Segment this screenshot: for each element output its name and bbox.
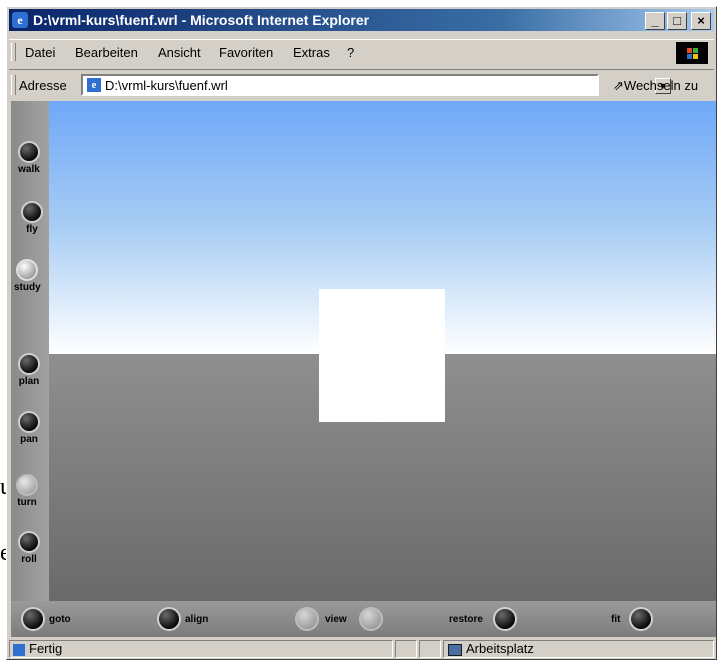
browser-window: e D:\vrml-kurs\fuenf.wrl - Microsoft Int… xyxy=(6,6,717,660)
navigation-toolbar: walk fly study plan pan turn roll xyxy=(11,101,49,601)
ie-icon: e xyxy=(12,12,28,28)
control-toolbar: goto align view restore fit xyxy=(11,601,716,637)
address-input[interactable]: e D:\vrml-kurs\fuenf.wrl ▼ xyxy=(81,74,671,96)
goto-label[interactable]: goto xyxy=(49,614,71,625)
roll-icon xyxy=(18,531,40,553)
study-tool[interactable]: study xyxy=(14,259,41,293)
menu-favoriten[interactable]: Favoriten xyxy=(219,45,273,60)
align-label[interactable]: align xyxy=(185,614,208,625)
menu-help[interactable]: ? xyxy=(347,45,354,60)
view-label: view xyxy=(325,614,347,625)
zone-label: Arbeitsplatz xyxy=(466,641,534,656)
computer-icon xyxy=(448,643,462,656)
goto-icon[interactable] xyxy=(21,607,45,631)
fit-icon[interactable] xyxy=(629,607,653,631)
window-title: D:\vrml-kurs\fuenf.wrl - Microsoft Inter… xyxy=(33,12,370,28)
close-button[interactable]: × xyxy=(691,12,711,30)
menu-extras[interactable]: Extras xyxy=(293,45,330,60)
3d-viewport[interactable] xyxy=(49,101,716,601)
maximize-button[interactable]: □ xyxy=(667,12,687,30)
title-bar[interactable]: e D:\vrml-kurs\fuenf.wrl - Microsoft Int… xyxy=(9,9,714,31)
menu-bearbeiten[interactable]: Bearbeiten xyxy=(75,45,138,60)
view-next-icon[interactable] xyxy=(359,607,383,631)
turn-icon xyxy=(16,474,38,496)
status-text: Fertig xyxy=(29,641,63,656)
menu-ansicht[interactable]: Ansicht xyxy=(158,45,201,60)
status-bar: Fertig Arbeitsplatz xyxy=(9,639,714,659)
pan-tool[interactable]: pan xyxy=(18,411,40,445)
walk-icon xyxy=(18,141,40,163)
white-cube[interactable] xyxy=(319,289,445,422)
menu-bar: Datei Bearbeiten Ansicht Favoriten Extra… xyxy=(9,39,714,64)
fit-label[interactable]: fit xyxy=(611,614,620,625)
fly-icon xyxy=(21,201,43,223)
vrml-plugin-area: walk fly study plan pan turn roll goto a… xyxy=(11,101,716,637)
roll-tool[interactable]: roll xyxy=(18,531,40,565)
turn-tool[interactable]: turn xyxy=(16,474,38,508)
view-previous-icon[interactable] xyxy=(295,607,319,631)
plan-icon xyxy=(18,353,40,375)
menu-datei[interactable]: Datei xyxy=(25,45,55,60)
go-button[interactable]: ⇗Wechseln zu xyxy=(613,78,698,94)
status-pane-empty xyxy=(395,640,417,658)
toolbar-grip[interactable] xyxy=(11,43,16,61)
study-icon xyxy=(16,259,39,281)
go-arrow-icon: ⇗ xyxy=(613,78,624,93)
align-icon[interactable] xyxy=(157,607,181,631)
address-value: D:\vrml-kurs\fuenf.wrl xyxy=(105,78,228,93)
minimize-button[interactable]: _ xyxy=(645,12,665,30)
fly-tool[interactable]: fly xyxy=(21,201,43,235)
address-label: Adresse xyxy=(19,78,67,93)
status-pane-empty xyxy=(419,640,441,658)
plan-tool[interactable]: plan xyxy=(18,353,40,387)
status-text-pane: Fertig xyxy=(9,640,393,658)
ie-page-icon xyxy=(13,643,25,656)
windows-logo-icon xyxy=(676,42,708,64)
go-label: Wechseln zu xyxy=(623,78,699,93)
page-icon: e xyxy=(87,78,101,92)
walk-tool[interactable]: walk xyxy=(18,141,40,175)
address-bar: Adresse e D:\vrml-kurs\fuenf.wrl ▼ ⇗Wech… xyxy=(9,69,714,100)
restore-icon[interactable] xyxy=(493,607,517,631)
status-zone-pane: Arbeitsplatz xyxy=(443,640,714,658)
restore-label[interactable]: restore xyxy=(449,614,483,625)
pan-icon xyxy=(18,411,40,433)
toolbar-grip[interactable] xyxy=(11,75,16,95)
